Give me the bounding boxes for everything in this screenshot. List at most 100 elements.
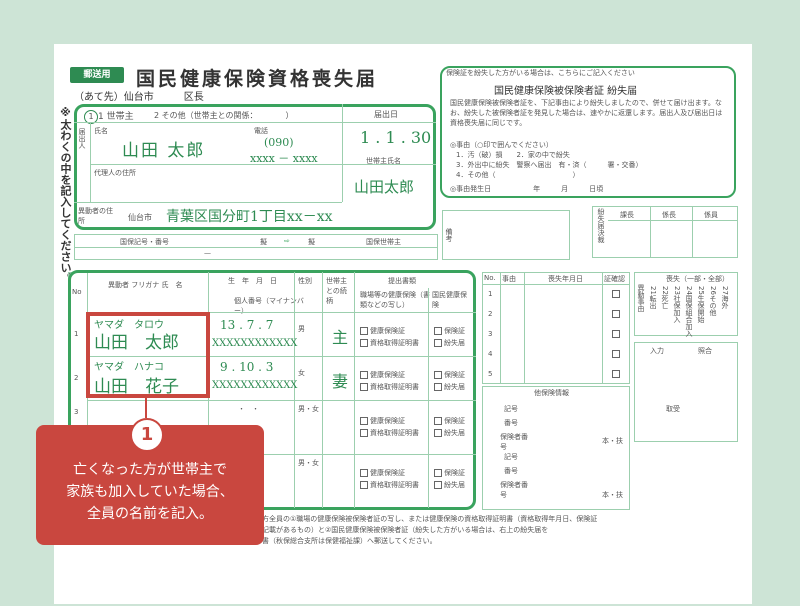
col-rel-header: 世帯主との続柄 <box>326 277 347 305</box>
row-3-doc-a[interactable]: 健康保険証 <box>360 416 405 426</box>
row-1-no: 1 <box>74 330 79 338</box>
loss-row-2: 2 <box>488 310 493 318</box>
reason-22: 22死亡 <box>661 286 669 309</box>
row-3-doc-d[interactable]: 紛失届 <box>434 428 465 438</box>
row-3-no: 3 <box>74 408 79 416</box>
approval-side: 紛失届決裁 <box>597 208 605 243</box>
applicant-side-label: 届出人 <box>78 128 86 149</box>
row-2-doc-a[interactable]: 健康保険証 <box>360 370 405 380</box>
name-value[interactable]: 山田 太郎 <box>122 136 205 161</box>
row-4-doc-c[interactable]: 保険証 <box>434 468 465 478</box>
reason-1[interactable]: 1．汚（破）損 2．家の中で紛失 <box>456 150 570 160</box>
reason-24: 24国保組合加入 <box>685 286 693 337</box>
head-name-label: 世帯主氏名 <box>366 157 401 165</box>
id-householder-label: 国保世帯主 <box>366 238 401 246</box>
date-value[interactable]: 1 . 1 . 30 <box>360 128 431 147</box>
row-3-sex[interactable]: 男・女 <box>298 404 319 414</box>
loss-col-reason: 事由 <box>502 275 516 283</box>
row-3-dob[interactable]: ・ ・ <box>238 404 259 414</box>
addressee: （あて先）仙台市 区長 <box>74 92 204 103</box>
row-2-doc-d[interactable]: 紛失届 <box>434 382 465 392</box>
mail-tag: 郵送用 <box>70 67 124 83</box>
row-2-dob[interactable]: 9 . 10 . 3 <box>220 360 273 374</box>
reason-side-label: 異動事由 <box>637 284 645 312</box>
reason-2[interactable]: 3．外出中に紛失 警察へ届出 有・済（ 署・交番） <box>456 160 642 170</box>
cert-check-5[interactable] <box>612 370 622 378</box>
row-4-sex[interactable]: 男・女 <box>298 458 319 468</box>
callout-line-1: 亡くなった方が世帯主で <box>73 462 227 478</box>
sym-label-2: 記号 <box>504 453 518 461</box>
head-name-value[interactable]: 山田太郎 <box>354 176 414 197</box>
row-1-dob[interactable]: 13 . 7 . 7 <box>220 318 273 332</box>
rel-option-2[interactable]: 2 その他（世帯主との関係： ） <box>154 110 294 121</box>
row-2-sex[interactable]: 女 <box>298 368 305 378</box>
form-title: 国民健康保険資格喪失届 <box>136 68 379 90</box>
cert-check-3[interactable] <box>612 330 622 338</box>
loss-row-5: 5 <box>488 370 493 378</box>
row-2-doc-b[interactable]: 資格取得証明書 <box>360 382 419 392</box>
row-1-doc-a[interactable]: 健康保険証 <box>360 326 405 336</box>
remarks-label: 備考 <box>445 228 453 242</box>
approval-c3: 係員 <box>704 211 718 219</box>
row-1-rel[interactable]: 主 <box>332 324 348 348</box>
row-3-doc-b[interactable]: 資格取得証明書 <box>360 428 419 438</box>
insurer-label-2: 保険者番号 <box>500 481 528 499</box>
date-label: 届出日 <box>374 110 398 119</box>
reason-21: 21転出 <box>649 286 657 309</box>
address-label: 異動者の住所 <box>78 207 113 225</box>
footnote-2: 記載があるもの）と②国民健康保険被保険者証（紛失した方がいる場合は、右上の紛失届… <box>262 526 549 534</box>
loss-notice-body: 国民健康保険被保険者証を、下記事由により紛失しましたので、併せて届け出ます。なお… <box>450 99 723 127</box>
approval-c2: 係長 <box>662 211 676 219</box>
row-2-rel[interactable]: 妻 <box>332 368 348 392</box>
num-label-2: 番号 <box>504 467 518 475</box>
row-1-doc-b[interactable]: 資格取得証明書 <box>360 338 419 348</box>
highlight-connector <box>145 398 147 418</box>
row-2-doc-c[interactable]: 保険証 <box>434 370 465 380</box>
tel-value[interactable]: (090) <box>264 136 294 149</box>
row-1-personal[interactable]: XXXXXXXXXXXX <box>212 338 297 349</box>
reason-3[interactable]: 4．その他（ ） <box>456 170 579 180</box>
reason-date[interactable]: ◎事由発生日 年 月 日頃 <box>450 184 603 194</box>
row-4-doc-d[interactable]: 紛失届 <box>434 480 465 490</box>
row-2-personal[interactable]: XXXXXXXXXXXX <box>212 380 297 391</box>
row-1-sex[interactable]: 男 <box>298 324 305 334</box>
receive-label: 取受 <box>666 405 680 413</box>
loss-col-cert: 証確認 <box>604 275 625 283</box>
address-value[interactable]: 青葉区国分町1丁目xx－xx <box>166 206 333 226</box>
reason-23: 23社保加入 <box>673 286 681 323</box>
approval-c1: 課長 <box>620 211 634 219</box>
loss-row-4: 4 <box>488 350 493 358</box>
name-label: 氏名 <box>94 127 108 135</box>
num-label-1: 番号 <box>504 419 518 427</box>
col-docs-1: 職場等の健康保険（書類などの写し） <box>360 291 430 309</box>
row-4-doc-a[interactable]: 健康保険証 <box>360 468 405 478</box>
cert-check-2[interactable] <box>612 310 622 318</box>
honfu-2: 本・扶 <box>602 491 623 499</box>
id-dash: — <box>204 249 211 257</box>
highlight-box <box>86 312 210 398</box>
reason-head: 喪失（一部・全部） <box>666 275 729 283</box>
row-1-doc-d[interactable]: 紛失届 <box>434 338 465 348</box>
rel-option-1-label: 1 世帯主 <box>98 112 134 122</box>
callout-line-2: 家族も加入していた場合、 <box>66 484 234 500</box>
col-personal-header: 個人番号（マイナンバー） <box>234 297 304 315</box>
row-2-no: 2 <box>74 374 79 382</box>
loss-col-no: No. <box>484 274 496 282</box>
col-sex-header: 性別 <box>298 277 312 285</box>
row-4-doc-b[interactable]: 資格取得証明書 <box>360 480 419 490</box>
cert-check-1[interactable] <box>612 290 622 298</box>
id-label-2: 擬 <box>308 238 315 246</box>
id-label-1: 擬 <box>260 238 267 246</box>
id-arrow: ⇨ <box>284 237 290 245</box>
reason-27: 27海外 <box>721 286 729 309</box>
reason-title: ◎事由（○印で囲んでください） <box>450 141 553 149</box>
cert-check-4[interactable] <box>612 350 622 358</box>
reason-26: 26その他 <box>709 286 717 316</box>
sym-label-1: 記号 <box>504 405 518 413</box>
row-1-doc-c[interactable]: 保険証 <box>434 326 465 336</box>
row-3-doc-c[interactable]: 保険証 <box>434 416 465 426</box>
loss-row-3: 3 <box>488 330 493 338</box>
other-insurance-label: 他保険情報 <box>534 389 569 397</box>
tel-label: 電話 <box>254 127 268 135</box>
col-name-header: 異動者 フリガナ 氏 名 <box>108 281 183 289</box>
